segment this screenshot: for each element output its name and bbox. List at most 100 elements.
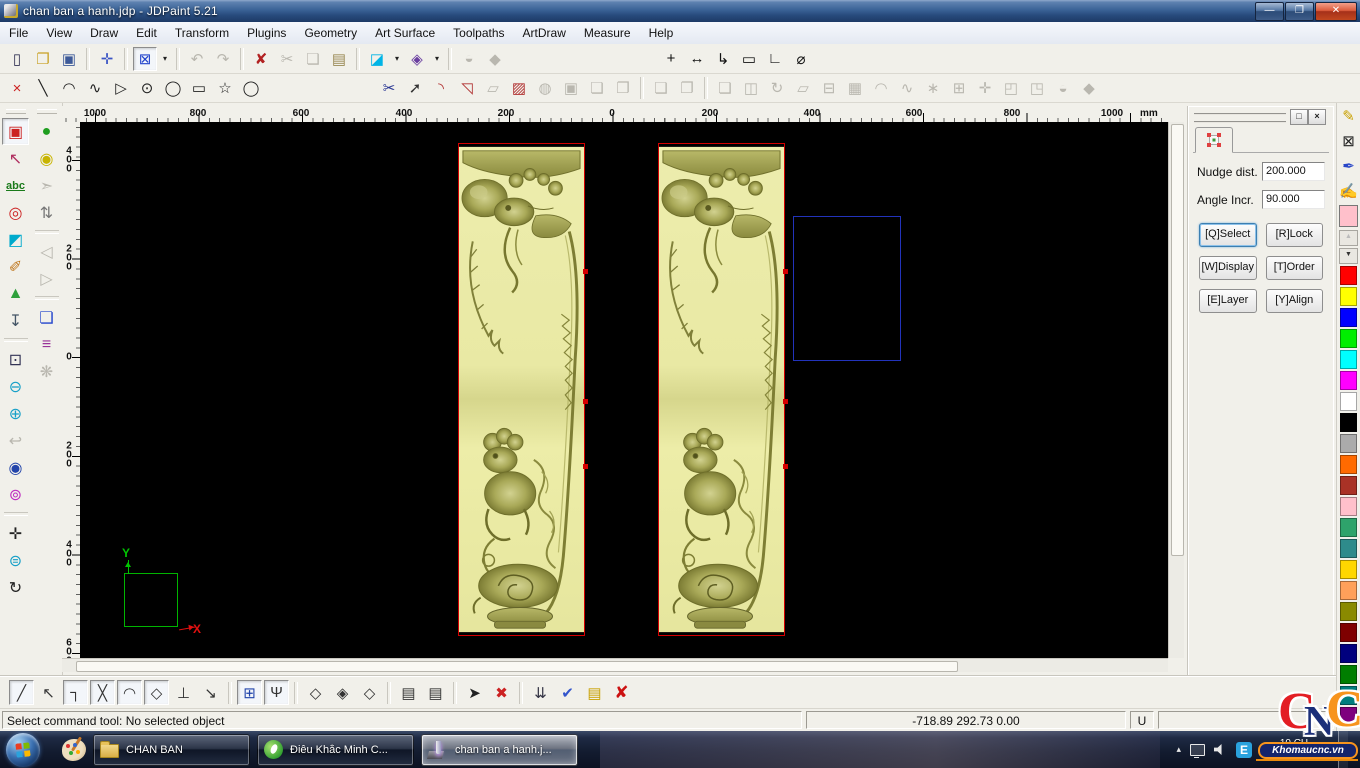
horizontal-scrollbar[interactable] — [62, 658, 1168, 672]
menu-item-file[interactable]: File — [0, 23, 37, 44]
vertical-scrollbar[interactable] — [1168, 122, 1184, 658]
xform-distribute-icon[interactable]: ✛ — [973, 76, 997, 100]
offset-rect-icon[interactable]: ▱ — [481, 76, 505, 100]
weld-group-icon[interactable]: ❏ — [585, 76, 609, 100]
maximize-button[interactable]: ❐ — [1285, 2, 1314, 21]
panel-button-qselect[interactable]: [Q]Select — [1199, 223, 1257, 247]
cut-icon[interactable]: ✂ — [275, 47, 299, 71]
draw-arc-icon[interactable]: ◠ — [57, 76, 81, 100]
color-swatch[interactable] — [1340, 497, 1357, 516]
internet-explorer-icon[interactable]: E — [1236, 742, 1252, 758]
color-swatch[interactable] — [1340, 518, 1357, 537]
open-folder-icon[interactable]: ❐ — [31, 47, 55, 71]
view-pan-icon[interactable]: ✛ — [2, 520, 29, 547]
measure-point-icon[interactable]: + — [659, 47, 683, 71]
draw-circle-icon[interactable]: ⊙ — [135, 76, 159, 100]
draw-star-icon[interactable]: ☆ — [213, 76, 237, 100]
delete-all-icon[interactable]: ✘ — [609, 680, 634, 705]
xform-group-frame-icon[interactable]: ◰ — [999, 76, 1023, 100]
new-file-icon[interactable]: ▯ — [5, 47, 29, 71]
color-swatch[interactable] — [1340, 455, 1357, 474]
drop-node-icon[interactable]: ⇊ — [528, 680, 553, 705]
tool-nc-icon[interactable]: ↧ — [2, 307, 29, 334]
measure-step-icon[interactable]: ↳ — [711, 47, 735, 71]
color-scroll-down[interactable]: ▼ — [1339, 248, 1358, 264]
color-swatch[interactable] — [1340, 665, 1357, 684]
xform-fan-icon[interactable]: ∿ — [895, 76, 919, 100]
draft-side-icon[interactable]: ▤ — [423, 680, 448, 705]
hatch-fill-icon[interactable]: ▨ — [507, 76, 531, 100]
tool-text-icon[interactable]: abc — [2, 172, 29, 199]
color-swatch[interactable] — [1340, 371, 1357, 390]
menu-item-art-surface[interactable]: Art Surface — [366, 23, 444, 44]
view-refresh-icon[interactable]: ↻ — [2, 574, 29, 601]
color-swatch[interactable] — [1340, 329, 1357, 348]
page-back-icon[interactable]: ◁ — [33, 238, 60, 265]
taskbar-button-2[interactable]: Điêu Khắc Minh C... — [257, 734, 414, 766]
chamfer-corner-icon[interactable]: ◹ — [455, 76, 479, 100]
draw-point-icon[interactable]: × — [5, 76, 29, 100]
draw-line-icon[interactable]: ╲ — [31, 76, 55, 100]
measure-angle-icon[interactable]: ∟ — [763, 47, 787, 71]
xform-move-icon[interactable]: ❏ — [713, 76, 737, 100]
pick-color-dropper-icon[interactable]: ✒ — [1338, 153, 1360, 178]
snap-line-icon[interactable]: ╱ — [9, 680, 34, 705]
menu-item-draw[interactable]: Draw — [81, 23, 127, 44]
panel-close-button[interactable]: × — [1308, 109, 1326, 125]
save-file-icon[interactable]: ▣ — [57, 47, 81, 71]
pattern-fill-icon[interactable]: ✍ — [1338, 178, 1360, 203]
color-scroll-up[interactable]: ▲ — [1339, 230, 1358, 246]
solid-view-icon[interactable]: ◪ — [365, 47, 389, 71]
page-forward-icon[interactable]: ▷ — [33, 265, 60, 292]
xform-skew-icon[interactable]: ▱ — [791, 76, 815, 100]
measure-distance-icon[interactable]: ↔ — [685, 47, 709, 71]
render-shield-icon[interactable]: ◆ — [483, 47, 507, 71]
network-icon[interactable] — [1190, 744, 1205, 756]
cursor-pick-add-icon[interactable]: ➤ — [462, 680, 487, 705]
snap-arc-icon[interactable]: ◠ — [117, 680, 142, 705]
draw-oval-icon[interactable]: ◯ — [239, 76, 263, 100]
color-swatch[interactable] — [1340, 266, 1357, 285]
snap-tangent-icon[interactable]: ↘ — [198, 680, 223, 705]
swap-display-icon[interactable]: ⇅ — [33, 199, 60, 226]
select-mode-caret-icon[interactable]: ▾ — [159, 47, 171, 71]
snap-node-icon[interactable]: ↖ — [36, 680, 61, 705]
no-fill-icon[interactable]: ⊠ — [1338, 128, 1360, 153]
paste-icon[interactable]: ▤ — [327, 47, 351, 71]
taskbar-button-1[interactable]: CHAN BAN — [93, 734, 250, 766]
snap-quadrant-icon[interactable]: ◇ — [144, 680, 169, 705]
snap-cross-icon[interactable]: ╳ — [90, 680, 115, 705]
show-list-icon[interactable]: ▤ — [582, 680, 607, 705]
taskbar-button-3[interactable]: chan ban a hanh.j... — [421, 734, 578, 766]
xform-ungroup-icon[interactable]: ◳ — [1025, 76, 1049, 100]
draw-rect-icon[interactable]: ▭ — [187, 76, 211, 100]
measure-rect-icon[interactable]: ▭ — [737, 47, 761, 71]
select-mode-icon[interactable]: ⊠ — [133, 47, 157, 71]
snap-grid-icon[interactable]: ⊞ — [237, 680, 262, 705]
zoom-window-icon[interactable]: ⊡ — [2, 346, 29, 373]
fillet-corner-icon[interactable]: ◝ — [429, 76, 453, 100]
color-swatch[interactable] — [1340, 539, 1357, 558]
relief-object-right[interactable] — [658, 143, 785, 636]
angle-increment-field[interactable]: 90.000 — [1262, 190, 1325, 209]
tool-contour-icon[interactable]: ◎ — [2, 199, 29, 226]
lamp-effect-icon[interactable]: ❋ — [33, 358, 60, 385]
color-swatch[interactable] — [1340, 434, 1357, 453]
copy-icon[interactable]: ❏ — [301, 47, 325, 71]
plane-zx-icon[interactable]: ◇ — [357, 680, 382, 705]
weld-break-icon[interactable]: ❏ — [649, 76, 673, 100]
draw-polygon-icon[interactable]: ▷ — [109, 76, 133, 100]
minimize-button[interactable]: — — [1255, 2, 1284, 21]
selection-rectangle[interactable] — [793, 216, 901, 361]
plane-xy-icon[interactable]: ◇ — [303, 680, 328, 705]
paint-app-icon[interactable] — [62, 739, 86, 761]
wireframe-view-caret-icon[interactable]: ▾ — [431, 47, 443, 71]
unit-button[interactable]: U — [1130, 711, 1154, 729]
color-swatch[interactable] — [1340, 686, 1357, 705]
xform-array-icon[interactable]: ▦ — [843, 76, 867, 100]
panel-button-torder[interactable]: [T]Order — [1266, 256, 1324, 280]
zoom-1to1-icon[interactable]: ⊜ — [2, 547, 29, 574]
snap-perpendicular-icon[interactable]: ⊥ — [171, 680, 196, 705]
zoom-in-icon[interactable]: ⊕ — [2, 400, 29, 427]
tool-node-edit-icon[interactable]: ↖ — [2, 145, 29, 172]
